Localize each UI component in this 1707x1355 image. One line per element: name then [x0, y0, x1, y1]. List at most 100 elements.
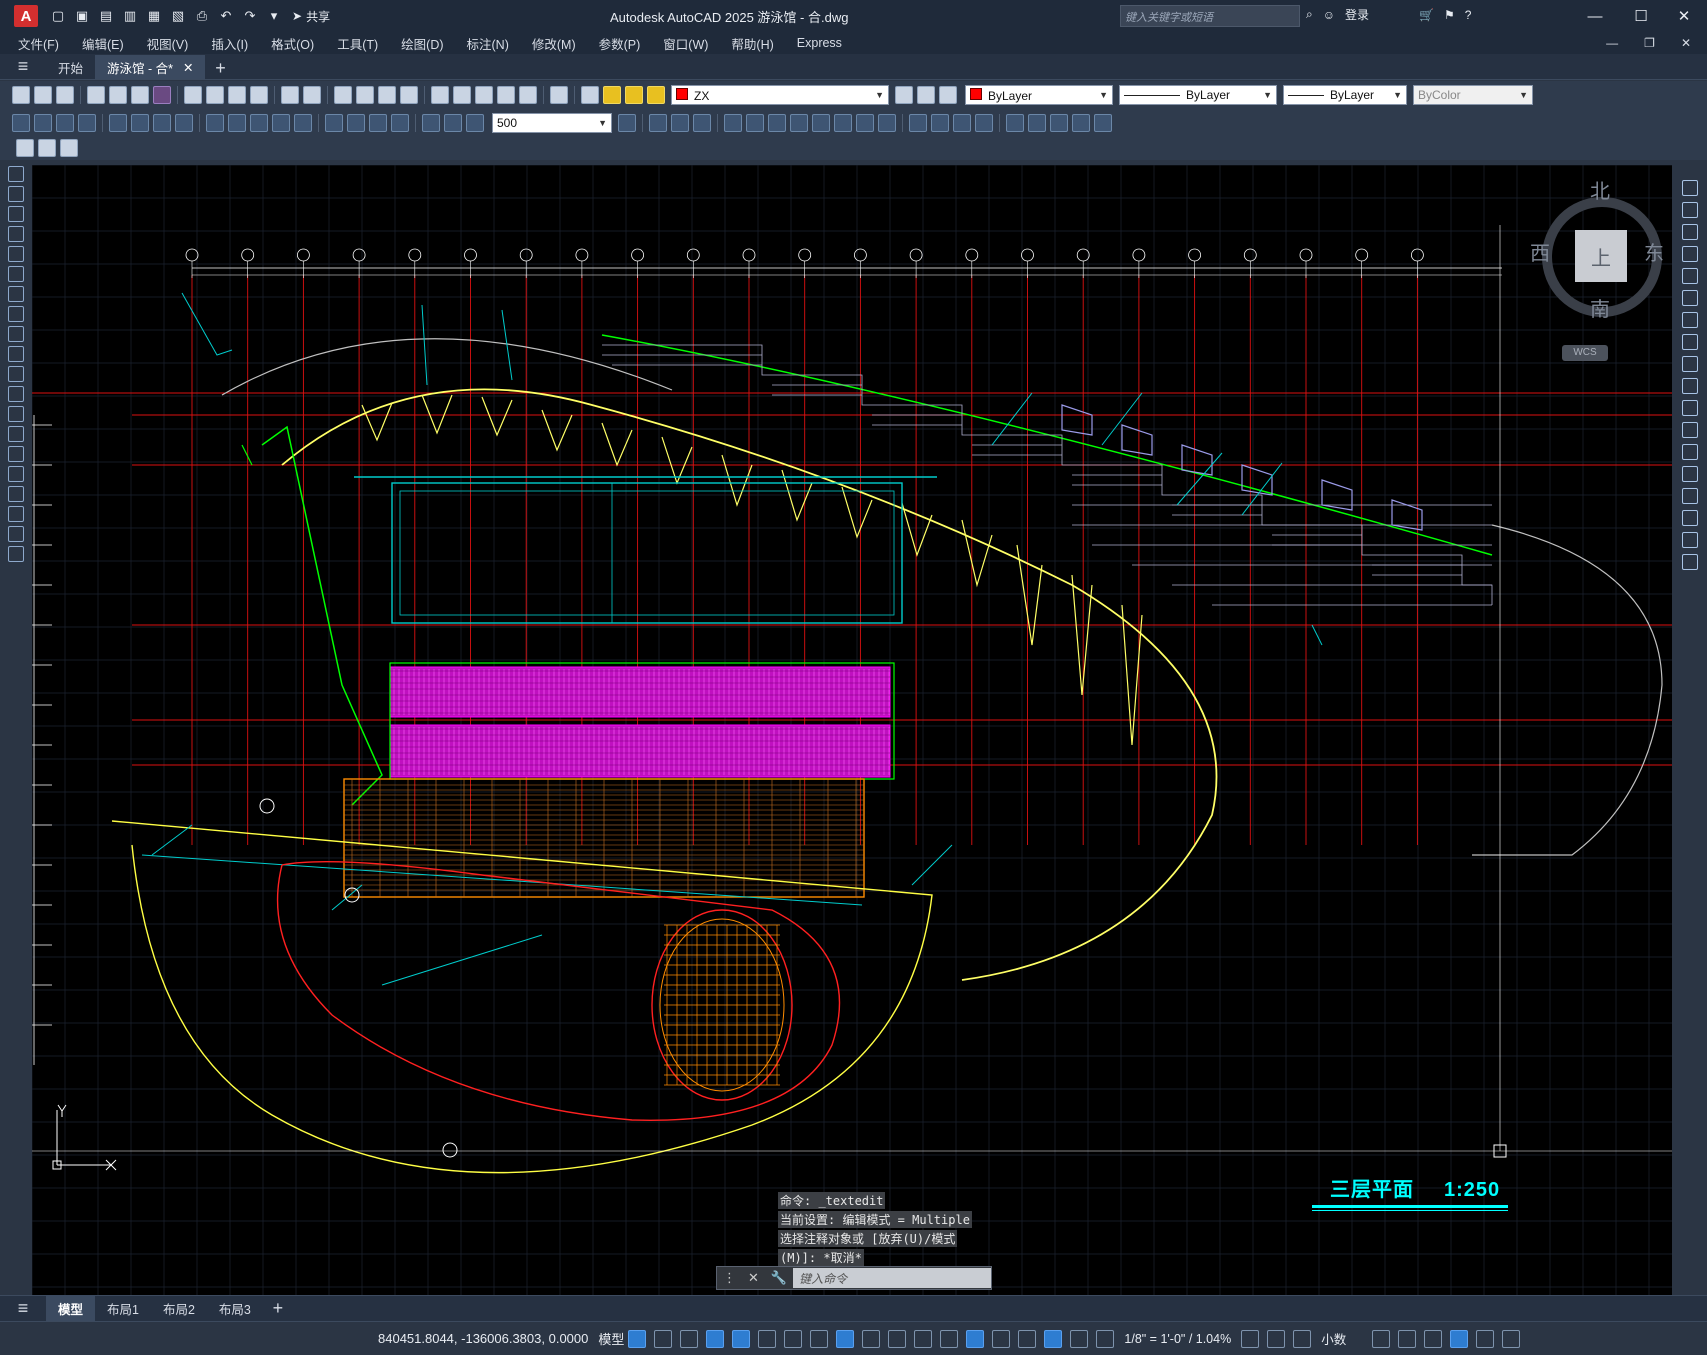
region-icon[interactable]: [8, 486, 24, 502]
minimize-button[interactable]: —: [1572, 0, 1618, 32]
tab-layout3[interactable]: 布局3: [207, 1295, 263, 1322]
new-file-icon[interactable]: ▢: [48, 6, 68, 26]
zoom-window-icon[interactable]: [378, 86, 396, 104]
mirror-icon[interactable]: [1681, 224, 1698, 240]
blend-curves-icon[interactable]: [1681, 532, 1698, 548]
doc-minimize-button[interactable]: —: [1606, 36, 1618, 50]
maximize-button[interactable]: ☐: [1618, 0, 1664, 32]
autocad-logo-icon[interactable]: A: [14, 5, 38, 27]
radius-icon[interactable]: [109, 113, 127, 132]
tolerance-icon[interactable]: [325, 113, 343, 132]
cart-icon[interactable]: 🛒: [1419, 8, 1434, 22]
subtract-icon[interactable]: [856, 113, 874, 132]
annotation-visibility-icon[interactable]: [1044, 1329, 1063, 1348]
menu-window[interactable]: 窗口(W): [663, 34, 708, 53]
tab-model[interactable]: 模型: [46, 1295, 96, 1322]
redo-toolbar-icon[interactable]: [303, 86, 321, 104]
stretch-icon[interactable]: [1681, 356, 1698, 372]
clean-screen-icon[interactable]: [1476, 1329, 1495, 1348]
drag-handle-icon[interactable]: ⋮: [723, 1270, 736, 1286]
auto-scale-icon[interactable]: [1070, 1329, 1089, 1348]
dimension-edit-icon[interactable]: [422, 113, 440, 132]
express-text-icon[interactable]: [16, 139, 34, 157]
undo-icon[interactable]: ↶: [216, 6, 236, 26]
revision-cloud-icon[interactable]: [8, 306, 24, 322]
hatch-icon[interactable]: [8, 446, 24, 462]
close-tab-icon[interactable]: ✕: [183, 60, 193, 75]
paste-icon[interactable]: [228, 86, 246, 104]
modeling-box-icon[interactable]: [649, 113, 667, 132]
menu-modify[interactable]: 修改(M): [532, 34, 576, 53]
sweep-icon[interactable]: [768, 113, 786, 132]
dimension-scale-dropdown[interactable]: 500 ▼: [492, 112, 612, 133]
save-as-icon[interactable]: ▥: [120, 6, 140, 26]
arc-icon[interactable]: [8, 266, 24, 282]
command-input[interactable]: 键入命令: [793, 1268, 991, 1288]
isodraft-icon[interactable]: [784, 1329, 803, 1348]
annotation-scale-dropdown[interactable]: 1/8" = 1'-0" / 1.04%: [1124, 1332, 1231, 1346]
visual-style-realistic-icon[interactable]: [953, 113, 971, 132]
fillet-icon[interactable]: [1681, 510, 1698, 526]
insert-block-icon[interactable]: [8, 386, 24, 402]
ortho-icon[interactable]: [732, 1329, 751, 1348]
tool-palettes-icon[interactable]: [475, 86, 493, 104]
isolate-objects-icon[interactable]: [1424, 1329, 1443, 1348]
arc-length-icon[interactable]: [56, 113, 74, 132]
inspection-icon[interactable]: [369, 113, 387, 132]
tab-drawing[interactable]: 游泳馆 - 合* ✕: [95, 55, 206, 79]
ucs-world-icon[interactable]: [1028, 113, 1046, 132]
doc-close-button[interactable]: ✕: [1681, 36, 1691, 50]
jogged-linear-icon[interactable]: [391, 113, 409, 132]
explode-icon[interactable]: [1681, 554, 1698, 570]
tab-start[interactable]: 开始: [46, 55, 95, 79]
units-icon[interactable]: [1293, 1329, 1312, 1348]
trim-icon[interactable]: [1681, 378, 1698, 394]
open-file-icon[interactable]: ▣: [72, 6, 92, 26]
point-icon[interactable]: [8, 426, 24, 442]
visual-style-wire-icon[interactable]: [909, 113, 927, 132]
object-snap-tracking-icon[interactable]: [810, 1329, 829, 1348]
chamfer-icon[interactable]: [1681, 488, 1698, 504]
construction-line-icon[interactable]: [8, 186, 24, 202]
erase-icon[interactable]: [1681, 180, 1698, 196]
menu-hamburger-icon[interactable]: ≡: [0, 53, 46, 79]
open-icon[interactable]: [34, 86, 52, 104]
3d-osnap-icon[interactable]: [940, 1329, 959, 1348]
add-selected-icon[interactable]: [8, 546, 24, 562]
redo-icon[interactable]: ↷: [240, 6, 260, 26]
diameter-icon[interactable]: [153, 113, 171, 132]
aligned-dimension-icon[interactable]: [34, 113, 52, 132]
layer-properties-icon[interactable]: [581, 86, 599, 104]
zoom-realtime-icon[interactable]: [356, 86, 374, 104]
add-layout-button[interactable]: +: [263, 1298, 293, 1319]
intersect-icon[interactable]: [878, 113, 896, 132]
line-icon[interactable]: [8, 166, 24, 182]
design-center-icon[interactable]: [453, 86, 471, 104]
make-block-icon[interactable]: [8, 406, 24, 422]
break-at-point-icon[interactable]: [1681, 422, 1698, 438]
customize-qat-icon[interactable]: ▾: [264, 6, 284, 26]
revolve-icon[interactable]: [790, 113, 808, 132]
dynamic-ucs-icon[interactable]: [966, 1329, 985, 1348]
menu-edit[interactable]: 编辑(E): [82, 34, 124, 53]
cut-icon[interactable]: [184, 86, 202, 104]
dynamic-input-icon[interactable]: [706, 1329, 725, 1348]
ucs-icon[interactable]: [1006, 113, 1024, 132]
publish-icon[interactable]: ▦: [144, 6, 164, 26]
save-toolbar-icon[interactable]: [56, 86, 74, 104]
coordinate-readout[interactable]: 840451.8044, -136006.3803, 0.0000: [378, 1331, 588, 1346]
workspace-gear-icon[interactable]: [1241, 1329, 1260, 1348]
search-icon[interactable]: ⌕: [1306, 7, 1313, 22]
continue-icon[interactable]: [250, 113, 268, 132]
menu-file[interactable]: 文件(F): [18, 34, 59, 53]
multiline-text-icon[interactable]: [8, 526, 24, 542]
menu-express[interactable]: Express: [797, 36, 842, 50]
express-layer-icon[interactable]: [60, 139, 78, 157]
express-block-icon[interactable]: [38, 139, 56, 157]
lock-ui-icon[interactable]: [1398, 1329, 1417, 1348]
compass-north[interactable]: 北: [1590, 175, 1610, 204]
zoom-previous-icon[interactable]: [400, 86, 418, 104]
menu-view[interactable]: 视图(V): [147, 34, 189, 53]
loft-icon[interactable]: [812, 113, 830, 132]
gizmo-icon[interactable]: [1018, 1329, 1037, 1348]
